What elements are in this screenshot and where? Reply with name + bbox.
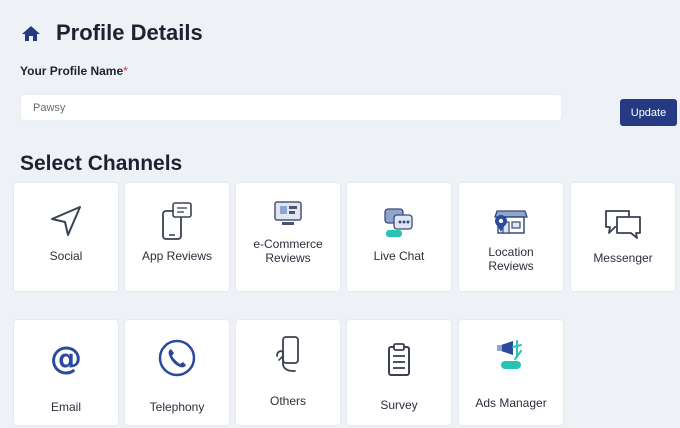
channel-card-telephony[interactable]: Telephony [125,320,229,425]
channel-card-location-reviews[interactable]: Location Reviews [459,183,563,291]
channel-label: Ads Manager [475,396,547,410]
channel-card-ecommerce-reviews[interactable]: e-Commerce Reviews [236,183,340,291]
ecommerce-icon [272,197,304,231]
update-button[interactable]: Update [620,99,677,126]
channel-label: App Reviews [141,249,213,263]
channel-label: Telephony [149,400,205,414]
phone-chat-icon [159,201,195,241]
channel-label: Location Reviews [488,245,534,273]
channel-card-others[interactable]: Others [236,320,340,425]
channel-label: Live Chat [373,249,425,263]
channel-card-social[interactable]: Social [14,183,118,291]
channel-label: e-Commerce Reviews [253,237,323,265]
required-mark: * [123,64,128,78]
clipboard-icon [384,340,414,380]
send-arrow-icon [48,201,84,241]
at-icon: @ [50,339,82,377]
storefront-icon [491,199,531,239]
section-title: Select Channels [20,152,183,175]
page-title: Profile Details [56,20,203,45]
channel-card-ads-manager[interactable]: Ads Manager [459,320,563,425]
home-icon [22,26,40,41]
page-header: Profile Details [20,20,203,46]
channel-label: Others [269,394,306,408]
channel-label: Survey [380,398,418,412]
channel-card-app-reviews[interactable]: App Reviews [125,183,229,291]
ads-icon [493,336,529,376]
channel-card-messenger[interactable]: Messenger [571,183,675,291]
phone-icon [157,338,197,378]
channel-label: Messenger [593,251,653,265]
messenger-icon [603,203,643,243]
channel-card-survey[interactable]: Survey [347,320,451,425]
live-chat-icon [382,201,416,241]
profile-name-label: Your Profile Name* [20,64,128,78]
channel-label: Social [49,249,83,263]
channel-label: Email [50,400,81,414]
hand-phone-icon [271,334,305,374]
profile-name-input[interactable] [20,94,562,121]
channel-card-live-chat[interactable]: Live Chat [347,183,451,291]
channel-card-email[interactable]: @ Email [14,320,118,425]
